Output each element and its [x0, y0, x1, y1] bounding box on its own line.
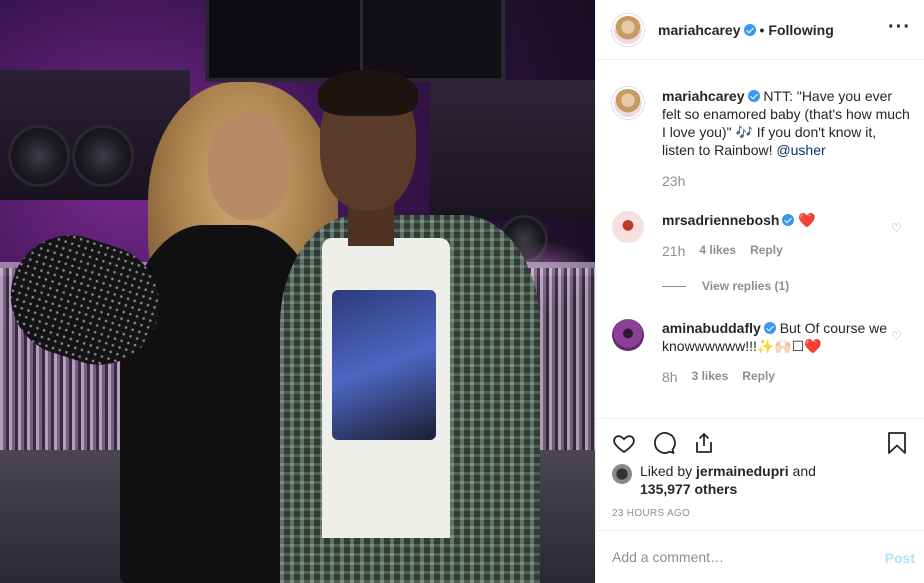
liker-avatar[interactable]: [612, 464, 632, 484]
comment-time[interactable]: 21h: [662, 243, 685, 259]
add-comment-input[interactable]: [612, 549, 862, 565]
comment-like-heart-icon[interactable]: ♡: [891, 221, 903, 235]
comment-username[interactable]: mrsadriennebosh: [662, 212, 779, 228]
author-username[interactable]: mariahcarey: [658, 22, 741, 38]
likes-middle: and: [788, 463, 816, 479]
bookmark-icon[interactable]: [885, 431, 909, 455]
caption: mariahcarey NTT: "Have you ever felt so …: [612, 87, 910, 189]
comment-avatar[interactable]: [612, 319, 644, 351]
author-avatar[interactable]: [612, 13, 644, 46]
comments-list[interactable]: mariahcarey NTT: "Have you ever felt so …: [596, 61, 924, 418]
caption-text: mariahcarey NTT: "Have you ever felt so …: [662, 87, 910, 159]
caption-meta: 23h: [662, 173, 910, 189]
verified-badge-icon: [782, 214, 795, 226]
studio-monitor-right: [360, 0, 500, 76]
likes-text: Liked by jermainedupri and 135,977 other…: [640, 462, 816, 498]
comment-meta: 8h 3 likes Reply: [662, 369, 910, 385]
comment-text: mrsadriennebosh ❤️: [662, 211, 910, 229]
comment-time[interactable]: 8h: [662, 369, 678, 385]
speaker-left-1: [8, 125, 70, 187]
comment-body: ❤️: [798, 212, 816, 228]
following-button[interactable]: Following: [768, 22, 833, 38]
post-timestamp[interactable]: 23 HOURS AGO: [612, 508, 690, 519]
comment-like-heart-icon[interactable]: ♡: [891, 329, 903, 343]
caption-time[interactable]: 23h: [662, 173, 685, 189]
comment-username[interactable]: aminabuddafly: [662, 320, 761, 336]
comment-item: aminabuddafly But Of course we knowwwwww…: [612, 319, 910, 385]
replies-divider: [662, 285, 686, 287]
add-comment-bar: Post: [596, 530, 924, 583]
likes-prefix: Liked by: [640, 463, 697, 479]
woman-face: [208, 112, 290, 220]
view-replies-label: View replies (1): [702, 279, 790, 293]
verified-badge-icon: [763, 322, 776, 334]
comment-item: mrsadriennebosh ❤️ 21h 4 likes Reply: [612, 211, 910, 259]
likes-count[interactable]: 135,977 others: [640, 481, 737, 497]
verified-badge-icon: [747, 90, 760, 102]
liker-username[interactable]: jermainedupri: [696, 463, 789, 479]
tshirt-graphic: [332, 290, 436, 440]
speaker-left-2: [72, 125, 134, 187]
post-sidebar: mariahcarey • Following ··· mariahcarey …: [595, 0, 924, 583]
comment-meta: 21h 4 likes Reply: [662, 243, 910, 259]
studio-rack-right: [430, 80, 595, 220]
reply-button[interactable]: Reply: [750, 243, 783, 259]
caption-username[interactable]: mariahcarey: [662, 88, 745, 104]
comment-likes[interactable]: 4 likes: [699, 243, 736, 259]
action-icons: [612, 431, 716, 455]
view-replies-button[interactable]: View replies (1): [662, 279, 789, 293]
share-icon[interactable]: [692, 431, 716, 455]
comment-icon[interactable]: [652, 431, 676, 455]
header-separator: •: [759, 21, 765, 38]
comment-likes[interactable]: 3 likes: [692, 369, 729, 385]
post-actions: Liked by jermainedupri and 135,977 other…: [596, 418, 924, 530]
post-comment-button[interactable]: Post: [885, 550, 915, 566]
man-hair: [318, 70, 418, 116]
post-header: mariahcarey • Following ···: [596, 0, 924, 60]
instagram-post: mariahcarey • Following ··· mariahcarey …: [0, 0, 924, 583]
post-photo[interactable]: [0, 0, 595, 583]
heart-icon[interactable]: [612, 431, 636, 455]
mention-link[interactable]: @usher: [776, 142, 825, 158]
reply-button[interactable]: Reply: [742, 369, 775, 385]
likes-summary: Liked by jermainedupri and 135,977 other…: [612, 462, 816, 498]
comment-text: aminabuddafly But Of course we knowwwwww…: [662, 319, 910, 355]
verified-badge-icon: [743, 23, 756, 36]
more-icon[interactable]: ···: [888, 16, 911, 39]
comment-avatar[interactable]: [612, 211, 644, 243]
caption-avatar[interactable]: [612, 87, 644, 119]
